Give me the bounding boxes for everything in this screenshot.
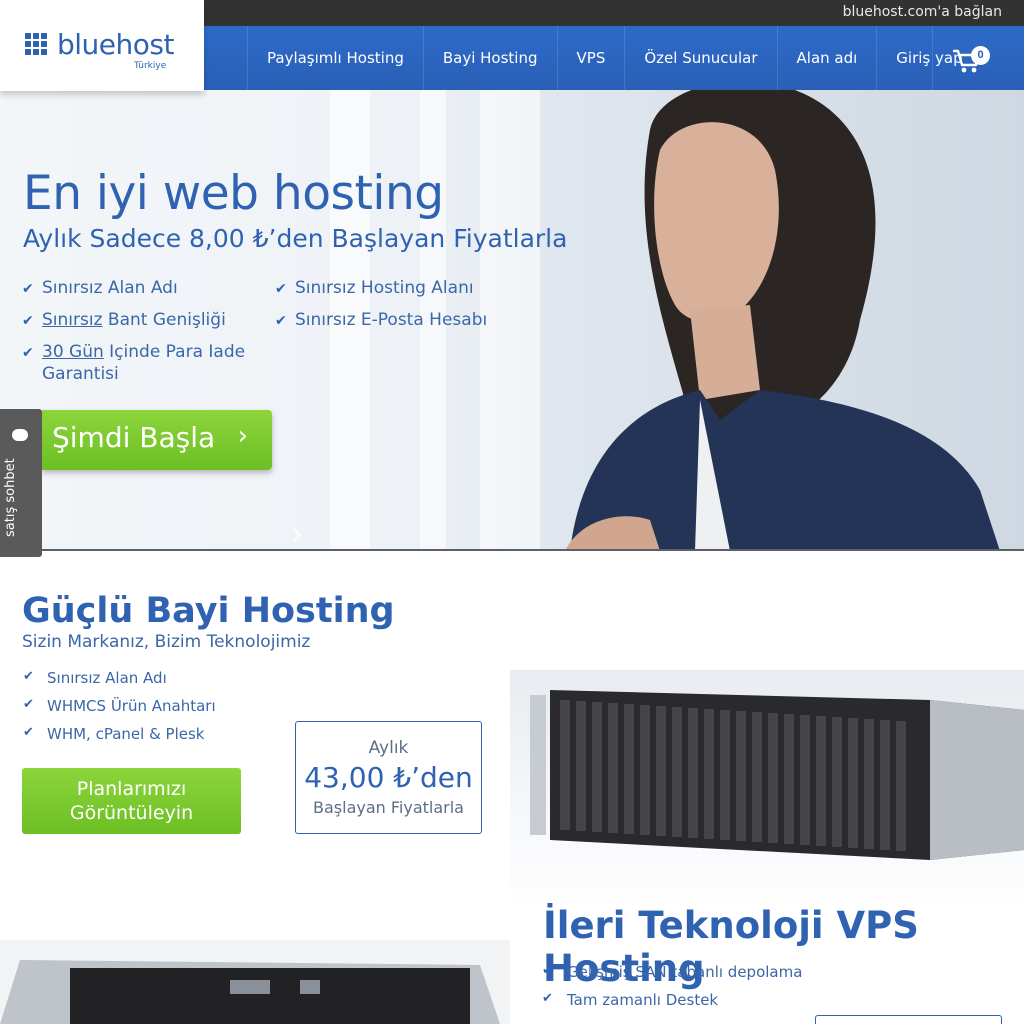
reseller-feature: ✔ WHM, cPanel & Plesk [23,725,205,743]
reseller-feature: ✔ WHMCS Ürün Anahtarı [23,697,216,715]
check-icon: ✔ [275,313,287,329]
hero-feature-hosting-space: ✔ Sınırsız Hosting Alanı [275,278,474,298]
sales-chat-tab[interactable]: satış sohbet [0,409,42,557]
cart-button[interactable]: 0 [932,26,1024,90]
sales-chat-label: satış sohbet [3,458,18,537]
vps-feature: ✔ Tam zamanlı Destek [542,991,719,1009]
server-rack-image [0,940,510,1024]
hero-next-arrow[interactable]: › [290,514,304,551]
reseller-subtitle: Sizin Markanız, Bizim Teknolojimiz [22,632,311,652]
check-icon: ✔ [542,963,553,978]
price-amount: 43,00 ₺’den [304,761,473,794]
logo-text: bluehost [57,28,174,61]
top-bar: bluehost.com'a bağlan [204,0,1024,26]
cart-count-badge: 0 [971,46,990,65]
reseller-price-box: Aylık 43,00 ₺’den Başlayan Fiyatlarla [295,721,482,834]
check-icon: ✔ [275,281,287,297]
chat-bubble-icon [12,429,28,441]
server-rack-image [510,670,1024,910]
vps-feature: ✔ Gelişmiş SAN tabanlı depolama [542,963,803,981]
start-now-label: Şimdi Başla [52,421,216,454]
hero-feature-money-back: ✔ 30 Gün Içinde Para Iade Garantisi [22,342,246,384]
view-plans-button[interactable]: Planlarımızı Görüntüleyin [22,768,241,834]
hero-title: En iyi web hosting [23,166,444,221]
check-icon: ✔ [542,991,553,1006]
nav-item-dedicated-servers[interactable]: Özel Sunucular [624,26,776,90]
hero-feature-email: ✔ Sınırsız E-Posta Hesabı [275,310,488,330]
nav-item-reseller-hosting[interactable]: Bayi Hosting [422,26,557,90]
nav-item-vps[interactable]: VPS [556,26,625,90]
check-icon: ✔ [23,725,34,740]
reseller-title: Güçlü Bayi Hosting [22,591,395,631]
start-now-button[interactable]: Şimdi Başla › [42,410,272,470]
check-icon: ✔ [22,313,34,329]
logo[interactable]: bluehost Türkiye [0,0,204,91]
check-icon: ✔ [23,669,34,684]
main-nav: Paylaşımlı Hosting Bayi Hosting VPS Özel… [204,26,1024,90]
vps-price-box [815,1015,1002,1024]
price-caption: Başlayan Fiyatlarla [313,798,464,817]
bandwidth-link[interactable]: Sınırsız [42,310,103,330]
hero-feature-domains: ✔ Sınırsız Alan Adı [22,278,178,298]
nav-item-domains[interactable]: Alan adı [776,26,877,90]
reseller-feature: ✔ Sınırsız Alan Adı [23,669,167,687]
check-icon: ✔ [23,697,34,712]
money-back-link[interactable]: 30 Gün [42,342,104,362]
connect-link[interactable]: bluehost.com'a bağlan [843,4,1002,20]
price-period: Aylık [368,738,409,758]
nav-item-shared-hosting[interactable]: Paylaşımlı Hosting [247,26,423,90]
check-icon: ✔ [22,345,34,361]
hero-feature-bandwidth: ✔ Sınırsız Bant Genişliği [22,310,226,330]
logo-grid-icon [25,33,47,55]
logo-subtitle: Türkiye [134,61,167,71]
hero-divider [0,549,1024,551]
chevron-right-icon: › [237,421,248,451]
hero-photo-woman [565,90,1000,551]
check-icon: ✔ [22,281,34,297]
hero-subtitle: Aylık Sadece 8,00 ₺’den Başlayan Fiyatla… [23,224,568,253]
